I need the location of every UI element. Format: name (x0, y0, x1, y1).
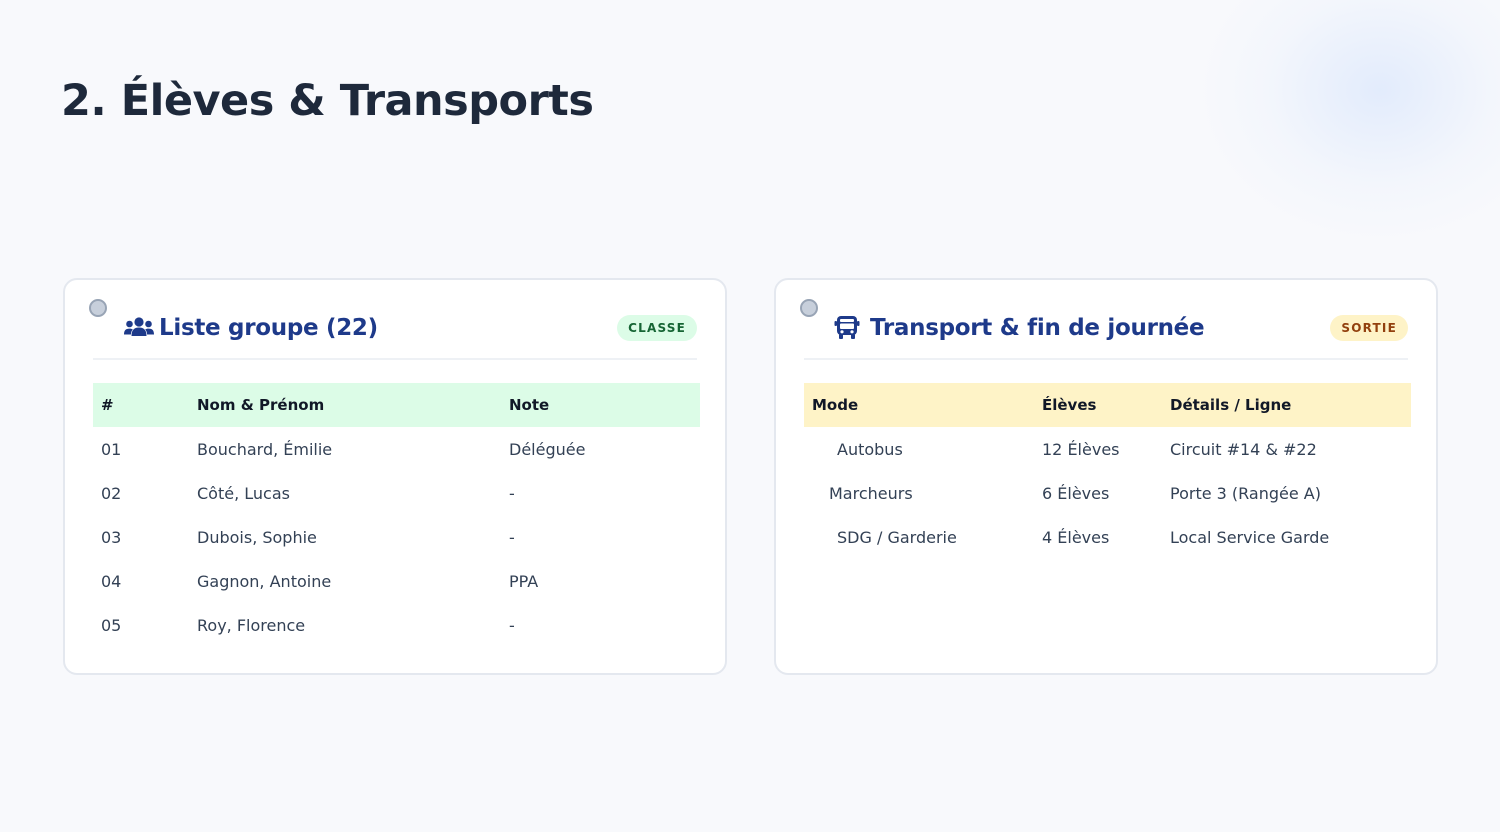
students-table-header: # Nom & Prénom Note (93, 383, 700, 427)
student-note: PPA (509, 571, 539, 591)
student-note: - (509, 615, 515, 635)
table-row: 02 Côté, Lucas - (93, 471, 700, 515)
transport-card: Transport & fin de journée SORTIE Mode É… (774, 278, 1438, 675)
students-table: # Nom & Prénom Note 01 Bouchard, Émilie … (93, 383, 700, 647)
bus-icon (834, 314, 868, 342)
transport-count: 6 Élèves (1042, 483, 1110, 503)
transport-table-header: Mode Élèves Détails / Ligne (804, 383, 1411, 427)
student-note: - (509, 527, 515, 547)
student-number: 04 (101, 571, 122, 591)
student-name: Gagnon, Antoine (197, 571, 332, 591)
transport-card-header: Transport & fin de journée SORTIE (804, 310, 1408, 360)
transport-card-title-text: Transport & fin de journée (870, 315, 1205, 341)
exit-badge: SORTIE (1330, 315, 1408, 341)
students-card-title: Liste groupe (22) (123, 310, 378, 346)
students-card: Liste groupe (22) CLASSE # Nom & Prénom … (63, 278, 727, 675)
student-number: 05 (101, 615, 122, 635)
transport-mode: Autobus (837, 439, 903, 459)
column-header-students: Élèves (1034, 383, 1162, 427)
students-card-header: Liste groupe (22) CLASSE (93, 310, 697, 360)
transport-details: Local Service Garde (1170, 527, 1330, 547)
column-header-mode: Mode (804, 383, 1034, 427)
transport-mode: SDG / Garderie (837, 527, 957, 547)
table-row: 01 Bouchard, Émilie Déléguée (93, 427, 700, 471)
transport-count: 12 Élèves (1042, 439, 1120, 459)
student-name: Côté, Lucas (197, 483, 290, 503)
transport-details: Circuit #14 & #22 (1170, 439, 1317, 459)
student-number: 03 (101, 527, 122, 547)
table-row: 04 Gagnon, Antoine PPA (93, 559, 700, 603)
table-row: SDG / Garderie 4 Élèves Local Service Ga… (804, 515, 1411, 559)
table-row: 05 Roy, Florence - (93, 603, 700, 647)
class-badge: CLASSE (617, 315, 697, 341)
column-header-name: Nom & Prénom (189, 383, 501, 427)
student-name: Roy, Florence (197, 615, 306, 635)
transport-table: Mode Élèves Détails / Ligne Autobus 12 É… (804, 383, 1411, 559)
column-header-number: # (93, 383, 189, 427)
users-icon (123, 314, 157, 342)
transport-details: Porte 3 (Rangée A) (1170, 483, 1321, 503)
table-row: 03 Dubois, Sophie - (93, 515, 700, 559)
student-note: Déléguée (509, 439, 586, 459)
table-row: Autobus 12 Élèves Circuit #14 & #22 (804, 427, 1411, 471)
page-title: 2. Élèves & Transports (61, 76, 594, 126)
background-glow (1200, 0, 1500, 240)
transport-card-title: Transport & fin de journée (834, 310, 1205, 346)
table-row: Marcheurs 6 Élèves Porte 3 (Rangée A) (804, 471, 1411, 515)
student-name: Dubois, Sophie (197, 527, 317, 547)
column-header-details: Détails / Ligne (1162, 383, 1411, 427)
transport-count: 4 Élèves (1042, 527, 1110, 547)
students-card-title-text: Liste groupe (22) (159, 315, 378, 341)
student-note: - (509, 483, 515, 503)
student-number: 02 (101, 483, 122, 503)
column-header-note: Note (501, 383, 700, 427)
student-name: Bouchard, Émilie (197, 439, 333, 459)
transport-mode: Marcheurs (829, 483, 913, 503)
student-number: 01 (101, 439, 122, 459)
